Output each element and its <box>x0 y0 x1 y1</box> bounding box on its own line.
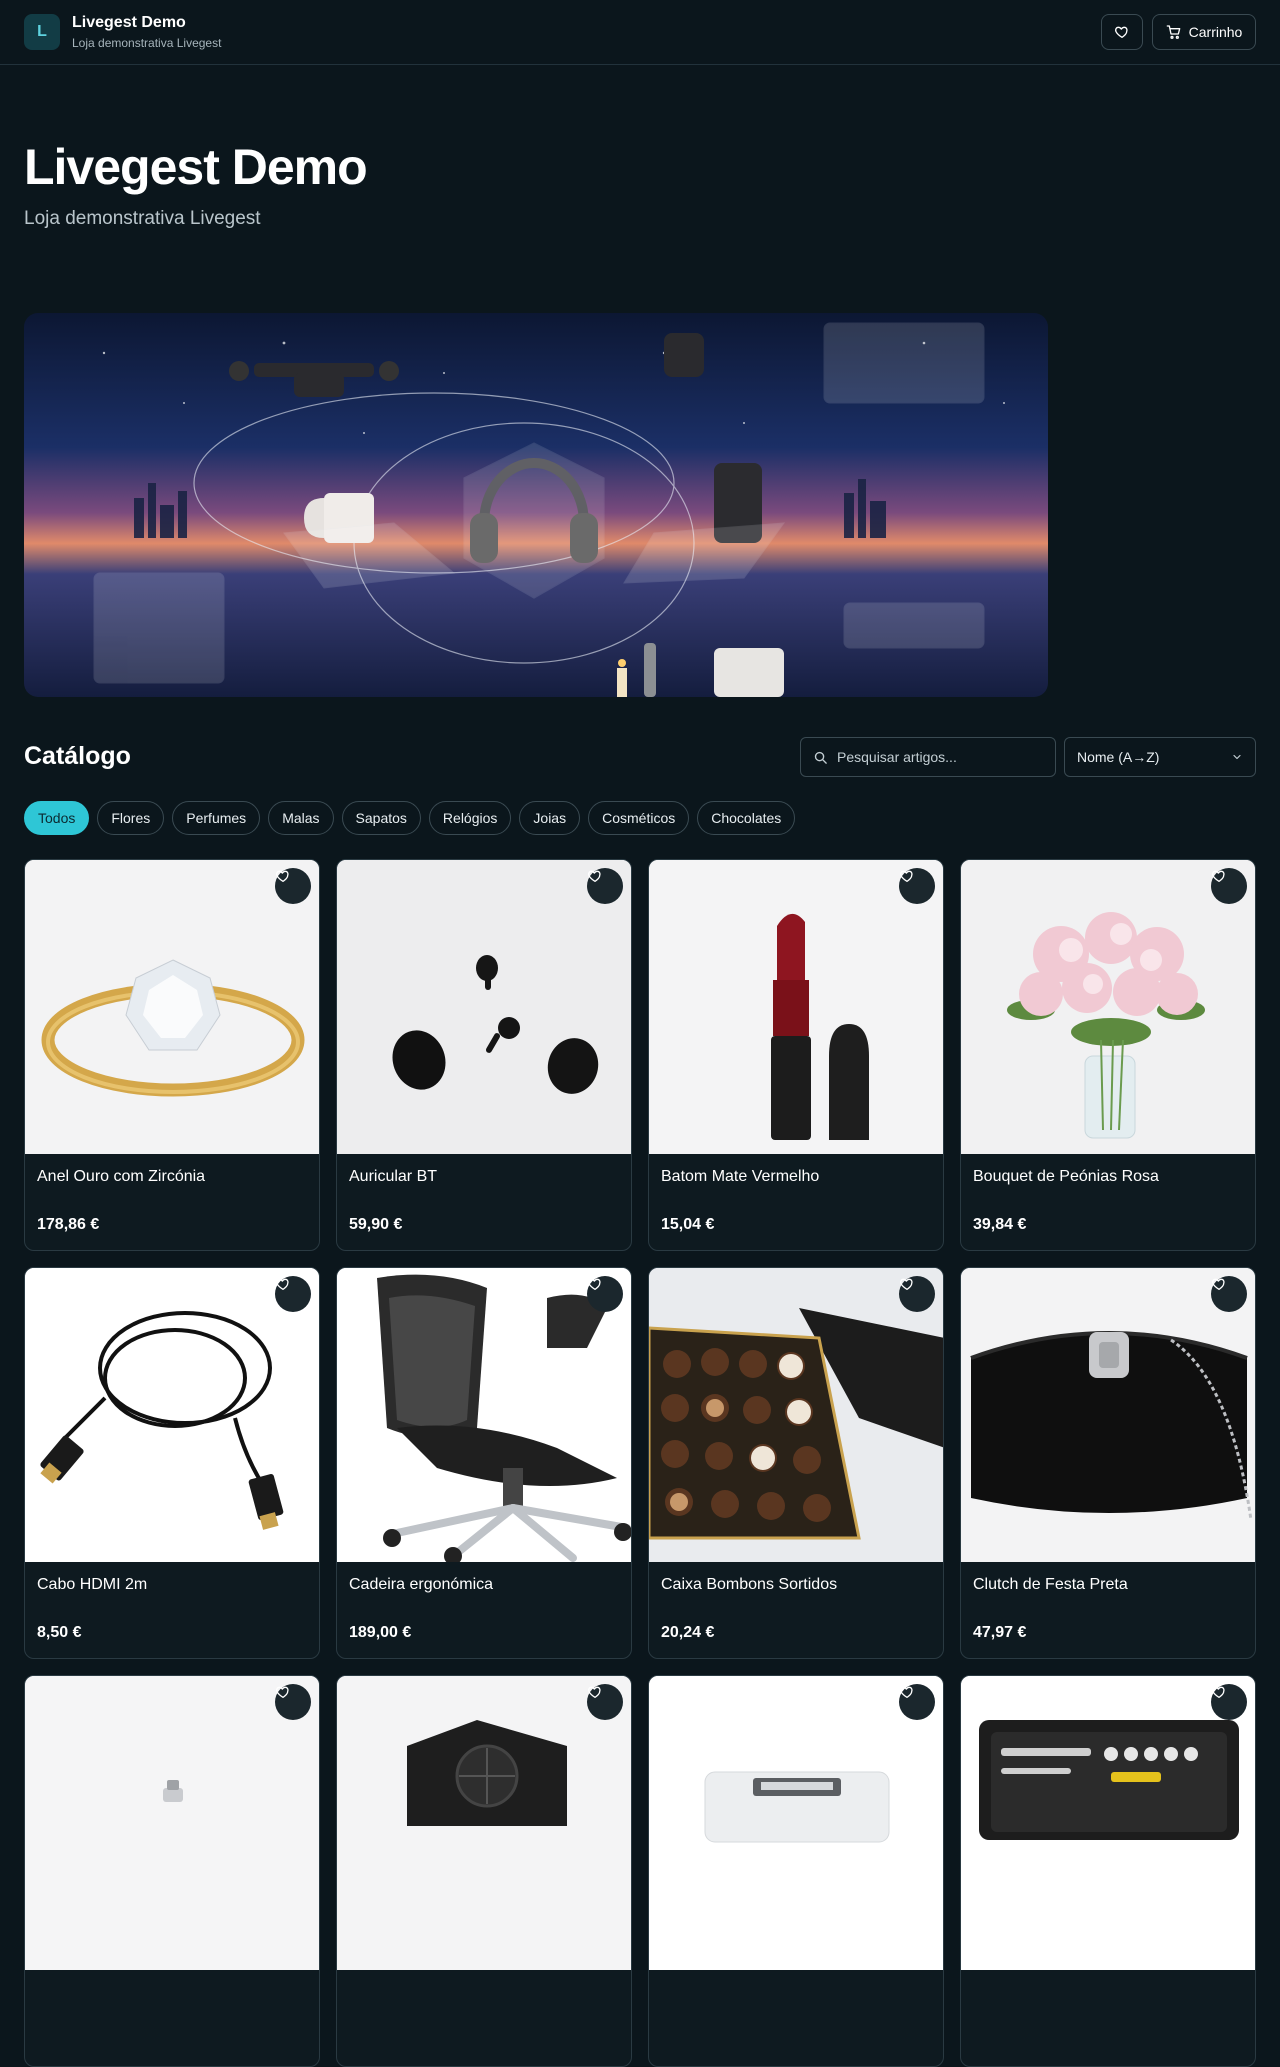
product-image-perfume-bottle[interactable] <box>25 1676 319 1970</box>
heart-icon <box>1212 1686 1225 1698</box>
hero-banner-image <box>24 313 1048 697</box>
product-card[interactable]: Caixa Bombons Sortidos 20,24 € <box>648 1267 944 1659</box>
favorite-toggle[interactable] <box>587 1276 623 1312</box>
hero-title: Livegest Demo <box>24 139 368 195</box>
product-price: 39,84 € <box>973 1216 1027 1233</box>
favorites-button[interactable] <box>1101 14 1143 50</box>
store-name[interactable]: Livegest Demo <box>72 14 186 32</box>
category-chip-flores[interactable]: Flores <box>97 801 165 835</box>
product-price: 15,04 € <box>661 1216 715 1233</box>
heart-icon <box>900 1278 913 1290</box>
product-image-pc-power-supply[interactable] <box>337 1676 631 1970</box>
product-grid: Anel Ouro com Zircónia 178,86 € Auricula… <box>24 859 1256 2067</box>
search-input[interactable] <box>837 749 1037 765</box>
heart-icon <box>900 870 913 882</box>
search-icon <box>814 751 827 764</box>
favorite-toggle[interactable] <box>275 1276 311 1312</box>
product-image-black-clutch[interactable] <box>961 1268 1255 1562</box>
category-chip-joias[interactable]: Joias <box>519 801 581 835</box>
cart-label: Carrinho <box>1188 24 1243 40</box>
favorite-toggle[interactable] <box>1211 1276 1247 1312</box>
favorite-toggle[interactable] <box>587 1684 623 1720</box>
heart-icon <box>588 870 601 882</box>
product-image-hdmi-cable[interactable] <box>25 1268 319 1562</box>
heart-icon <box>588 1686 601 1698</box>
search-box[interactable] <box>800 737 1056 777</box>
product-image-tool-case[interactable] <box>961 1676 1255 1970</box>
favorite-toggle[interactable] <box>275 1684 311 1720</box>
product-name[interactable]: Bouquet de Peónias Rosa <box>973 1168 1159 1186</box>
product-image-office-chair[interactable] <box>337 1268 631 1562</box>
heart-icon <box>1115 26 1128 38</box>
product-card[interactable] <box>24 1675 320 2067</box>
favorite-toggle[interactable] <box>899 1276 935 1312</box>
sort-select[interactable]: Nome (A→Z) <box>1064 737 1256 777</box>
favorite-toggle[interactable] <box>1211 1684 1247 1720</box>
product-name[interactable]: Caixa Bombons Sortidos <box>661 1576 837 1594</box>
site-header: L Livegest Demo Loja demonstrativa Liveg… <box>0 0 1280 65</box>
product-name[interactable]: Auricular BT <box>349 1168 437 1186</box>
heart-icon <box>900 1686 913 1698</box>
category-chip-cosmeticos[interactable]: Cosméticos <box>588 801 690 835</box>
category-chip-malas[interactable]: Malas <box>268 801 334 835</box>
category-chip-perfumes[interactable]: Perfumes <box>172 801 261 835</box>
chevron-down-icon <box>1233 754 1241 760</box>
category-chip-chocolates[interactable]: Chocolates <box>697 801 796 835</box>
favorite-toggle[interactable] <box>1211 868 1247 904</box>
favorite-toggle[interactable] <box>587 868 623 904</box>
store-tagline: Loja demonstrativa Livegest <box>72 36 222 50</box>
catalog-title: Catálogo <box>24 742 131 770</box>
category-chip-sapatos[interactable]: Sapatos <box>341 801 421 835</box>
heart-icon <box>1212 870 1225 882</box>
product-name[interactable]: Cadeira ergonómica <box>349 1576 493 1594</box>
product-image-peony-bouquet[interactable] <box>961 860 1255 1154</box>
product-image-lipstick[interactable] <box>649 860 943 1154</box>
heart-icon <box>1212 1278 1225 1290</box>
product-name[interactable]: Cabo HDMI 2m <box>37 1576 147 1594</box>
cart-button[interactable]: Carrinho <box>1152 14 1256 50</box>
product-price: 178,86 € <box>37 1216 100 1233</box>
category-chip-todos[interactable]: Todos <box>24 801 90 835</box>
product-price: 59,90 € <box>349 1216 403 1233</box>
product-card[interactable]: Anel Ouro com Zircónia 178,86 € <box>24 859 320 1251</box>
product-card[interactable]: Batom Mate Vermelho 15,04 € <box>648 859 944 1251</box>
product-card[interactable]: Clutch de Festa Preta 47,97 € <box>960 1267 1256 1659</box>
heart-icon <box>276 1278 289 1290</box>
cart-icon <box>1166 25 1180 39</box>
product-price: 20,24 € <box>661 1624 715 1641</box>
product-name[interactable]: Clutch de Festa Preta <box>973 1576 1128 1594</box>
product-card[interactable]: Auricular BT 59,90 € <box>336 859 632 1251</box>
product-price: 47,97 € <box>973 1624 1027 1641</box>
heart-icon <box>588 1278 601 1290</box>
product-image-printer[interactable] <box>649 1676 943 1970</box>
product-image-earbuds[interactable] <box>337 860 631 1154</box>
product-card[interactable] <box>648 1675 944 2067</box>
product-card[interactable]: Cabo HDMI 2m 8,50 € <box>24 1267 320 1659</box>
product-card[interactable] <box>336 1675 632 2067</box>
product-card[interactable]: Cadeira ergonómica 189,00 € <box>336 1267 632 1659</box>
heart-icon <box>276 1686 289 1698</box>
product-price: 189,00 € <box>349 1624 412 1641</box>
product-name[interactable]: Anel Ouro com Zircónia <box>37 1168 205 1186</box>
product-card[interactable] <box>960 1675 1256 2067</box>
product-image-gold-ring[interactable] <box>25 860 319 1154</box>
favorite-toggle[interactable] <box>899 868 935 904</box>
store-logo[interactable]: L <box>24 14 60 50</box>
product-name[interactable]: Batom Mate Vermelho <box>661 1168 819 1186</box>
product-price: 8,50 € <box>37 1624 82 1641</box>
hero-subtitle: Loja demonstrativa Livegest <box>24 208 261 229</box>
product-card[interactable]: Bouquet de Peónias Rosa 39,84 € <box>960 859 1256 1251</box>
favorite-toggle[interactable] <box>899 1684 935 1720</box>
category-filter-bar: Todos Flores Perfumes Malas Sapatos Reló… <box>24 801 796 835</box>
sort-selected-value: Nome (A→Z) <box>1077 749 1160 765</box>
category-chip-relogios[interactable]: Relógios <box>428 801 512 835</box>
favorite-toggle[interactable] <box>275 868 311 904</box>
heart-icon <box>276 870 289 882</box>
product-image-chocolate-box[interactable] <box>649 1268 943 1562</box>
